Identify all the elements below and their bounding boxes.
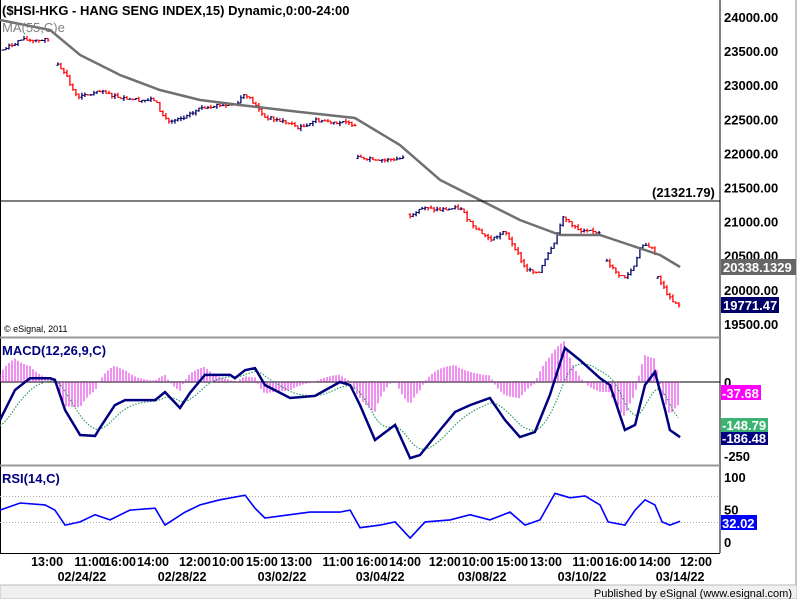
y-tick-label: 23000.00 bbox=[724, 78, 778, 93]
x-tick-time: 10:00 bbox=[462, 555, 494, 569]
x-tick-time: 12:00 bbox=[429, 555, 461, 569]
macd-legend[interactable]: MACD(12,26,9,C) bbox=[2, 343, 106, 358]
x-tick-date: 03/04/22 bbox=[356, 570, 405, 584]
x-tick-time: 13:00 bbox=[530, 555, 562, 569]
y-tick-label: 100 bbox=[724, 470, 746, 485]
x-tick-time: 11:00 bbox=[572, 555, 603, 569]
chart-canvas: 24000.00 23500.00 23000.00 22500.00 22000.00… bbox=[0, 0, 797, 599]
ma-value-label: 20338.1329 bbox=[723, 260, 792, 275]
ma-legend[interactable]: MA(55,C)e bbox=[2, 20, 65, 35]
y-tick-label: 22500.00 bbox=[724, 112, 778, 127]
y-tick-label: 19500.00 bbox=[724, 317, 778, 332]
rsi-value-label: 32.02 bbox=[722, 516, 755, 531]
x-tick-time: 13:00 bbox=[31, 555, 63, 569]
y-tick-label: 21000.00 bbox=[724, 215, 778, 230]
x-tick-date: 03/14/22 bbox=[656, 570, 705, 584]
x-tick-time: 16:00 bbox=[356, 555, 388, 569]
x-tick-time: 15:00 bbox=[496, 555, 528, 569]
x-tick-date: 02/28/22 bbox=[158, 570, 207, 584]
x-tick-time: 14:00 bbox=[137, 555, 169, 569]
y-tick-label: 0 bbox=[724, 535, 731, 550]
x-tick-time: 12:00 bbox=[680, 555, 712, 569]
y-tick-label: 23500.00 bbox=[724, 44, 778, 59]
x-tick-time: 12:00 bbox=[179, 555, 211, 569]
price-value-label: 19771.47 bbox=[723, 298, 777, 313]
x-tick-date: 03/02/22 bbox=[258, 570, 307, 584]
x-tick-time: 10:00 bbox=[212, 555, 244, 569]
x-tick-date: 02/24/22 bbox=[58, 570, 107, 584]
x-tick-date: 03/10/22 bbox=[558, 570, 607, 584]
x-tick-time: 13:00 bbox=[280, 555, 312, 569]
x-tick-time: 16:00 bbox=[104, 555, 136, 569]
x-tick-time: 11:00 bbox=[74, 555, 105, 569]
y-axis-ticks: 24000.00 23500.00 23000.00 22500.00 22000.00… bbox=[724, 10, 778, 550]
copyright-text: © eSignal, 2011 bbox=[4, 324, 68, 334]
x-tick-time: 14:00 bbox=[639, 555, 671, 569]
x-tick-time: 16:00 bbox=[605, 555, 637, 569]
x-tick-time: 15:00 bbox=[246, 555, 278, 569]
y-tick-label: 20000.00 bbox=[724, 283, 778, 298]
y-tick-label: -250 bbox=[724, 449, 750, 464]
plot-background bbox=[0, 0, 720, 585]
x-tick-time: 11:00 bbox=[322, 555, 353, 569]
level-line-label: (21321.79) bbox=[652, 185, 715, 200]
y-tick-label: 24000.00 bbox=[724, 10, 778, 25]
chart-title: ($HSI-HKG - HANG SENG INDEX,15) Dynamic,… bbox=[2, 3, 349, 18]
published-by-text: Published by eSignal (www.esignal.com) bbox=[594, 588, 792, 599]
x-tick-date: 03/08/22 bbox=[458, 570, 507, 584]
x-tick-time: 14:00 bbox=[389, 555, 421, 569]
rsi-legend[interactable]: RSI(14,C) bbox=[2, 471, 60, 486]
macd-value-label: -186.48 bbox=[722, 431, 766, 446]
y-tick-label: 22000.00 bbox=[724, 146, 778, 161]
hist-value-label: -37.68 bbox=[722, 386, 759, 401]
y-tick-label: 21500.00 bbox=[724, 181, 778, 196]
